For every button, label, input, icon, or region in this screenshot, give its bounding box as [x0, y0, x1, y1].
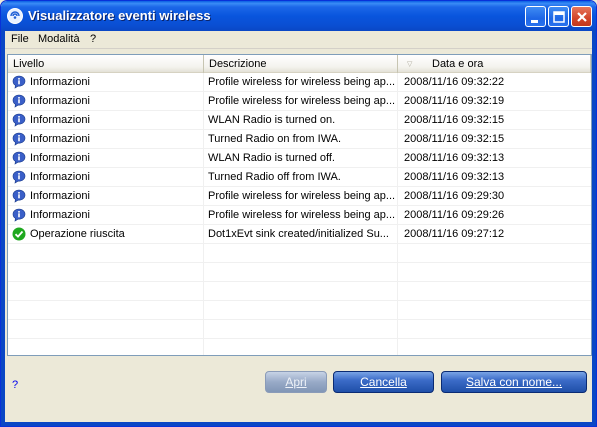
info-icon	[12, 113, 26, 127]
table-row[interactable]: Informazioni Profile wireless for wireles…	[8, 92, 591, 111]
cell-datetime: 2008/11/16 09:32:15	[404, 133, 505, 145]
empty-row	[8, 301, 591, 320]
cell-datetime: 2008/11/16 09:32:15	[404, 114, 505, 126]
cell-level: Informazioni	[8, 92, 203, 111]
column-header-datetime[interactable]: ▽ Data e ora	[398, 55, 591, 73]
event-list[interactable]: Livello Descrizione ▽ Data e ora Informa…	[7, 54, 592, 356]
cell-level: Informazioni	[8, 73, 203, 92]
empty-row	[8, 282, 591, 301]
table-row[interactable]: Informazioni Turned Radio off from IWA. 20…	[8, 168, 591, 187]
info-icon	[12, 208, 26, 222]
empty-row	[8, 320, 591, 339]
cancel-button[interactable]: Cancella	[333, 371, 434, 393]
cell-description: Dot1xEvt sink created/initialized Su...	[208, 228, 389, 240]
window-border-left	[1, 31, 5, 426]
help-link[interactable]: ?	[12, 379, 18, 391]
info-icon	[12, 170, 26, 184]
table-row[interactable]: Informazioni Profile wireless for wireles…	[8, 187, 591, 206]
cell-datetime: 2008/11/16 09:32:19	[404, 95, 505, 107]
info-icon	[12, 75, 26, 89]
maximize-button[interactable]	[548, 6, 569, 27]
window-border-right	[592, 31, 596, 426]
info-icon	[12, 94, 26, 108]
event-viewer-window: Visualizzatore eventi wireless File Moda…	[0, 0, 597, 427]
cell-description: Profile wireless for wireless being ap..…	[208, 76, 396, 88]
cell-datetime: 2008/11/16 09:29:30	[404, 190, 505, 202]
cell-level-text: Informazioni	[30, 171, 90, 183]
wireless-app-icon	[7, 8, 23, 24]
cell-level: Informazioni	[8, 206, 203, 225]
column-header-level[interactable]: Livello	[8, 55, 204, 73]
cell-datetime: 2008/11/16 09:32:13	[404, 171, 505, 183]
info-icon	[12, 189, 26, 203]
cell-description: Turned Radio off from IWA.	[208, 171, 341, 183]
info-icon	[12, 151, 26, 165]
menu-mode[interactable]: Modalità	[38, 33, 80, 45]
info-icon	[12, 132, 26, 146]
save-as-button[interactable]: Salva con nome...	[441, 371, 587, 393]
cell-description: Turned Radio on from IWA.	[208, 133, 342, 145]
cell-description: Profile wireless for wireless being ap..…	[208, 95, 396, 107]
cell-datetime: 2008/11/16 09:32:22	[404, 76, 505, 88]
success-icon	[12, 227, 26, 241]
column-header-datetime-label: Data e ora	[432, 58, 484, 70]
menu-help[interactable]: ?	[90, 33, 96, 45]
cell-description: Profile wireless for wireless being ap..…	[208, 190, 396, 202]
minimize-button[interactable]	[525, 6, 546, 27]
close-icon	[577, 12, 587, 22]
window-title: Visualizzatore eventi wireless	[28, 8, 211, 23]
cell-level: Operazione riuscita	[8, 225, 203, 244]
sort-arrow-icon: ▽	[407, 61, 413, 68]
empty-row	[8, 339, 591, 355]
window-border-bottom	[1, 422, 596, 426]
cell-level-text: Informazioni	[30, 76, 90, 88]
empty-row	[8, 244, 591, 263]
cell-level-text: Informazioni	[30, 95, 90, 107]
cell-level-text: Informazioni	[30, 114, 90, 126]
table-row[interactable]: Operazione riuscita Dot1xEvt sink created…	[8, 225, 591, 244]
cell-datetime: 2008/11/16 09:32:13	[404, 152, 505, 164]
cell-level: Informazioni	[8, 149, 203, 168]
cell-level-text: Operazione riuscita	[30, 228, 125, 240]
title-bar[interactable]: Visualizzatore eventi wireless	[1, 1, 596, 31]
open-button[interactable]: Apri	[265, 371, 327, 393]
column-header-description[interactable]: Descrizione	[204, 55, 398, 73]
cell-description: WLAN Radio is turned off.	[208, 152, 335, 164]
cell-level: Informazioni	[8, 111, 203, 130]
menu-bar: File Modalità ?	[5, 31, 592, 49]
table-row[interactable]: Informazioni Profile wireless for wireles…	[8, 73, 591, 92]
menu-file[interactable]: File	[11, 33, 29, 45]
table-row[interactable]: Informazioni WLAN Radio is turned off. 200…	[8, 149, 591, 168]
cell-level-text: Informazioni	[30, 133, 90, 145]
cell-datetime: 2008/11/16 09:27:12	[404, 228, 505, 240]
cell-description: Profile wireless for wireless being ap..…	[208, 209, 396, 221]
cell-level: Informazioni	[8, 130, 203, 149]
table-row[interactable]: Informazioni Profile wireless for wireles…	[8, 206, 591, 225]
minimize-icon	[531, 20, 538, 23]
list-header: Livello Descrizione ▽ Data e ora	[8, 55, 591, 73]
table-row[interactable]: Informazioni WLAN Radio is turned on. 2008…	[8, 111, 591, 130]
cancel-button-label: Cancella	[360, 375, 407, 389]
cell-level-text: Informazioni	[30, 190, 90, 202]
maximize-icon	[553, 11, 565, 23]
empty-row	[8, 263, 591, 282]
close-button[interactable]	[571, 6, 592, 27]
cell-level: Informazioni	[8, 168, 203, 187]
cell-level-text: Informazioni	[30, 209, 90, 221]
save-as-button-label: Salva con nome...	[465, 375, 563, 389]
cell-description: WLAN Radio is turned on.	[208, 114, 336, 126]
cell-level-text: Informazioni	[30, 152, 90, 164]
cell-datetime: 2008/11/16 09:29:26	[404, 209, 505, 221]
open-button-label: Apri	[285, 375, 307, 389]
table-row[interactable]: Informazioni Turned Radio on from IWA. 200…	[8, 130, 591, 149]
cell-level: Informazioni	[8, 187, 203, 206]
